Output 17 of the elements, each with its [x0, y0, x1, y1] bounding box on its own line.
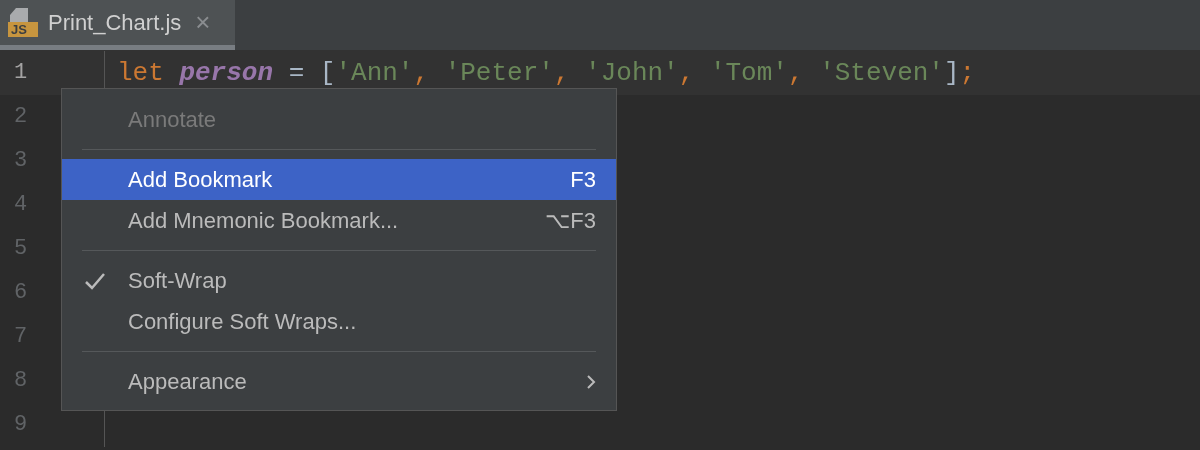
menu-item[interactable]: Add Bookmark F3 — [62, 159, 616, 200]
file-tab[interactable]: JS Print_Chart.js × — [0, 0, 235, 50]
punctuation: , — [787, 58, 804, 88]
punctuation: , — [553, 58, 570, 88]
punctuation: , — [678, 58, 695, 88]
bracket: [ — [319, 58, 336, 88]
operator: = — [288, 58, 305, 88]
string-literal: 'Peter' — [444, 58, 554, 88]
string-literal: 'John' — [585, 58, 679, 88]
string-literal: 'Steven' — [819, 58, 944, 88]
punctuation: , — [413, 58, 430, 88]
string-literal: 'Tom' — [709, 58, 788, 88]
keyword: let — [117, 58, 164, 88]
variable-name: person — [179, 58, 274, 88]
string-literal: 'Ann' — [335, 58, 414, 88]
bracket: ] — [943, 58, 960, 88]
punctuation: ; — [959, 58, 976, 88]
